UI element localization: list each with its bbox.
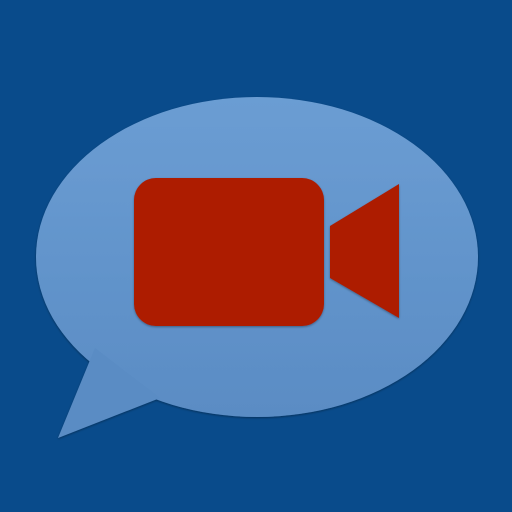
video-chat-app-icon[interactable] <box>0 0 512 512</box>
camera-body <box>134 178 324 326</box>
icon-artwork <box>0 0 512 512</box>
